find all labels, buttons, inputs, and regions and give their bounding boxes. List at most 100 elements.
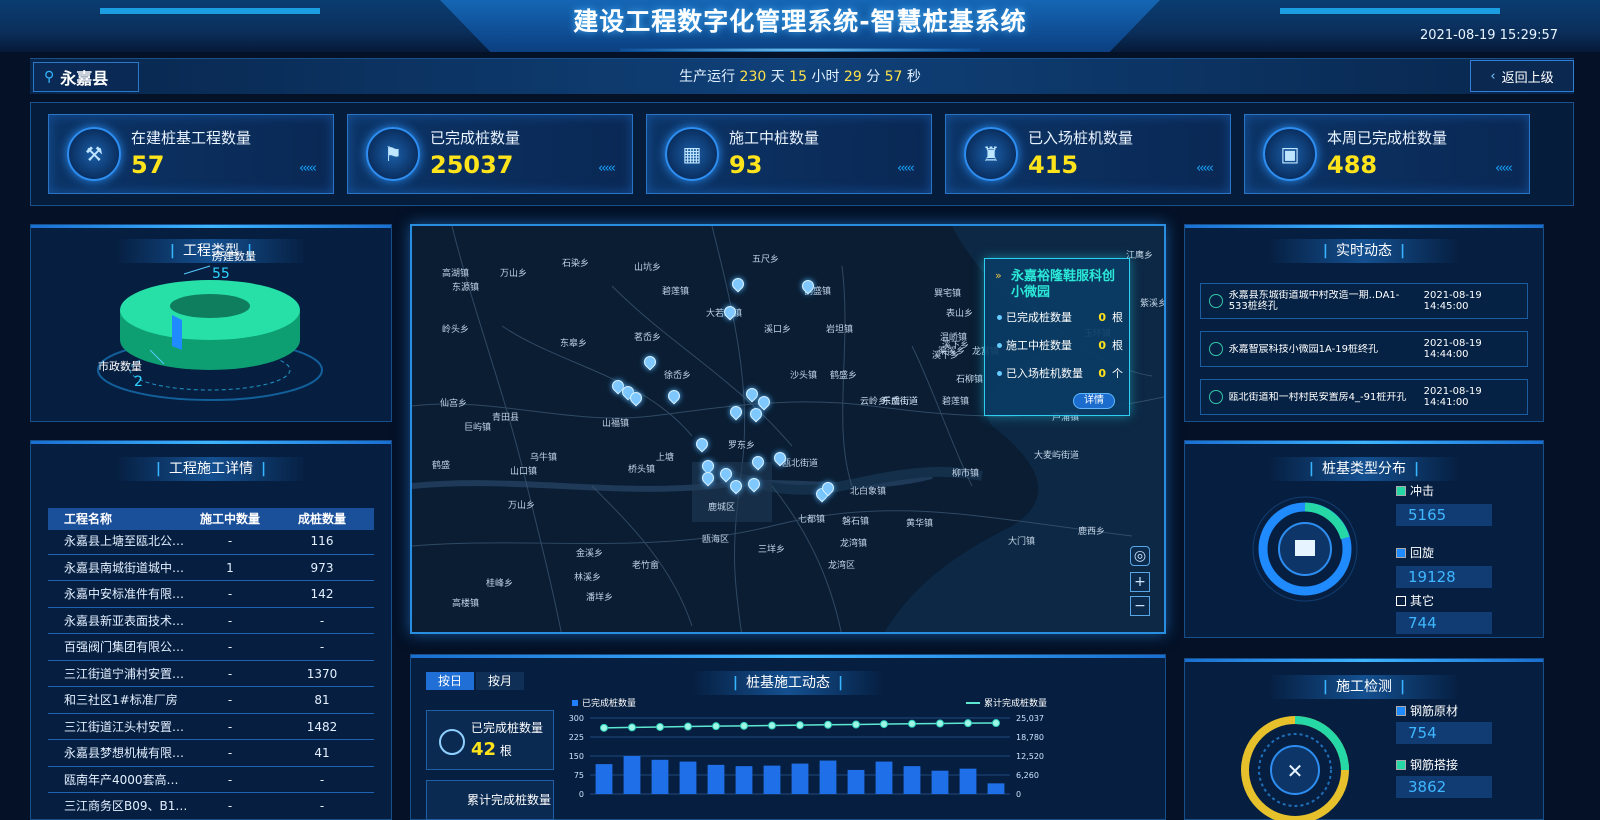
map-place-label: 乌牛镇 — [530, 453, 558, 463]
table-row[interactable]: 和三社区1#标准厂房 - 81 — [48, 687, 374, 714]
line-point — [852, 720, 860, 729]
line-point — [824, 720, 832, 729]
pile-type-value-2: 744 — [1396, 612, 1492, 634]
zoom-in-button[interactable]: + — [1130, 572, 1150, 592]
line-point — [936, 719, 944, 728]
runtime-prefix: 生产运行 — [679, 69, 736, 85]
stat-card-completed: ⚑ 已完成桩数量 25037 ‹‹‹‹‹ — [347, 114, 633, 194]
line-point — [628, 723, 636, 732]
feed-icon — [1209, 390, 1223, 404]
feed-text: 永嘉智宸科技小微园1A-19桩终孔 — [1228, 343, 1379, 355]
popup-row-label: 已入场桩机数量 — [1006, 367, 1083, 380]
table-cell: 1 — [226, 560, 234, 575]
map-place-label: 鹤盛乡 — [830, 371, 858, 381]
table-row[interactable]: 三江街道宁浦村安置房项目 - 1370 — [48, 661, 374, 687]
table-row[interactable]: 永嘉县上塘至瓯北公路安... - 116 — [48, 528, 374, 555]
popup-row-value: 0 — [1098, 310, 1106, 324]
table-row[interactable]: 永嘉中安标准件有限公司... - 142 — [48, 581, 374, 608]
back-button-label: 返回上级 — [1501, 70, 1554, 86]
popup-row-value: 0 — [1098, 338, 1106, 352]
table-row[interactable]: 永嘉县梦想机械有限公司... - 41 — [48, 740, 374, 767]
pile-type-legend-2: 其它 — [1396, 592, 1434, 609]
stat-value: 25037 — [430, 151, 514, 179]
line-point — [656, 722, 664, 731]
location-pin-icon: ⚲ — [44, 69, 55, 85]
table-row[interactable]: 永嘉县南城街道城中村改... 1 973 — [48, 555, 374, 581]
runtime-seconds-unit: 秒 — [906, 69, 921, 85]
panel-topline — [1185, 441, 1543, 444]
bar — [763, 765, 781, 794]
bar — [651, 759, 669, 794]
table-row[interactable]: 瓯南年产4000套高端智... - - — [48, 767, 374, 793]
table-cell: 永嘉县上塘至瓯北公路安... — [64, 534, 188, 548]
cumulative-summary: 累计完成桩数量 — [426, 780, 554, 820]
table-cell: 永嘉县梦想机械有限公司... — [64, 746, 188, 760]
legend-swatch — [1396, 705, 1406, 716]
map-place-label: 碧莲镇 — [942, 397, 970, 407]
legend-swatch — [1396, 595, 1406, 606]
housing-label: 房建数量 — [212, 250, 256, 263]
map-place-label: 岩坦镇 — [826, 325, 854, 335]
bar — [623, 756, 641, 794]
pile-type-legend-0: 冲击 — [1396, 482, 1434, 499]
region-selector[interactable]: ⚲ 永嘉县 — [33, 62, 139, 92]
table-row[interactable]: 百强阀门集团有限公司厂... - - — [48, 634, 374, 661]
tab-by-day[interactable]: 按日 — [426, 672, 474, 690]
detail-button[interactable]: 详情 — [1073, 393, 1115, 409]
map-place-label: 鹿城区 — [708, 503, 736, 513]
feed-item[interactable]: 瓯北街道和一村村民安置房4_-91桩开孔 2021-08-19 14:41:00 — [1200, 379, 1528, 415]
map-place-label: 江鹰乡 — [1126, 251, 1154, 261]
table-cell: - — [319, 640, 325, 654]
tab-by-month[interactable]: 按月 — [476, 672, 524, 690]
locate-button[interactable]: ◎ — [1130, 546, 1150, 566]
stat-value: 93 — [729, 151, 763, 179]
panel-title: 桩基类型分布 — [1269, 457, 1459, 481]
map-place-label: 五尺乡 — [752, 255, 780, 265]
table-cell: - — [227, 746, 233, 760]
table-body[interactable]: 永嘉县上塘至瓯北公路安... - 116 永嘉县南城街道城中村改... 1 973 永嘉中安… — [48, 528, 374, 818]
line-point — [992, 719, 1000, 728]
popup-row: 已完成桩数量 0 根 — [997, 309, 1123, 325]
table-cell: - — [227, 587, 233, 601]
table-cell: 142 — [310, 587, 334, 601]
legend-swatch — [1396, 759, 1406, 770]
pile-type-panel: 桩基类型分布 — [1184, 440, 1544, 638]
line-point — [740, 721, 748, 730]
table-row[interactable]: 三江街道江头村安置房项... - 1482 — [48, 714, 374, 740]
map-place-label: 大门镇 — [1008, 537, 1036, 547]
popup-row-label: 已完成桩数量 — [1006, 311, 1072, 324]
map-place-label: 乐成街道 — [882, 397, 919, 407]
legend-swatch — [572, 699, 578, 706]
line-point — [964, 719, 972, 728]
legend-label: 钢筋搭接 — [1410, 758, 1459, 772]
table-row[interactable]: 三江商务区B09、B11地... - - — [48, 793, 374, 818]
feed-item[interactable]: 永嘉县东城街道城中村改造一期..DA1-533桩终孔 2021-08-19 14… — [1200, 283, 1528, 319]
table-row[interactable]: 永嘉县新亚表面技术处理... - - — [48, 608, 374, 634]
feed-item[interactable]: 永嘉智宸科技小微园1A-19桩终孔 2021-08-19 14:44:00 — [1200, 331, 1528, 367]
chevrons-icon: ‹‹‹‹‹ — [897, 161, 915, 176]
feed-icon — [1209, 342, 1223, 356]
popup-row: 已入场桩机数量 0 个 — [997, 365, 1123, 381]
legend-swatch — [1396, 485, 1406, 496]
chevrons-icon: ‹‹‹‹‹ — [1495, 161, 1513, 176]
map-place-label: 黄华镇 — [906, 519, 934, 529]
zoom-out-button[interactable]: − — [1130, 596, 1150, 616]
municipal-value: 2 — [134, 374, 143, 390]
popup-row: 施工中桩数量 0 根 — [997, 337, 1123, 353]
table-cell: 1370 — [306, 666, 338, 681]
table-cell: 永嘉县新亚表面技术处理... — [64, 613, 188, 628]
line-point — [684, 722, 692, 731]
y-right-tick: 6,260 — [1016, 771, 1039, 780]
table-cell: - — [227, 666, 233, 681]
panel-title: 施工检测 — [1269, 675, 1459, 699]
feed-text: 瓯北街道和一村村民安置房4_-91桩开孔 — [1228, 391, 1407, 403]
map-place-label: 鹤盛 — [432, 461, 451, 471]
map-place-label: 高湖镇 — [442, 269, 470, 279]
map-place-label: 青田县 — [492, 413, 520, 423]
back-button[interactable]: ‹ 返回上级 — [1470, 60, 1574, 92]
line-point — [768, 721, 776, 730]
map-place-label: 桂峰乡 — [486, 579, 514, 589]
y-right-tick: 18,780 — [1016, 733, 1044, 742]
bullet-icon — [997, 342, 1002, 348]
runtime-days-unit: 天 — [770, 69, 785, 85]
